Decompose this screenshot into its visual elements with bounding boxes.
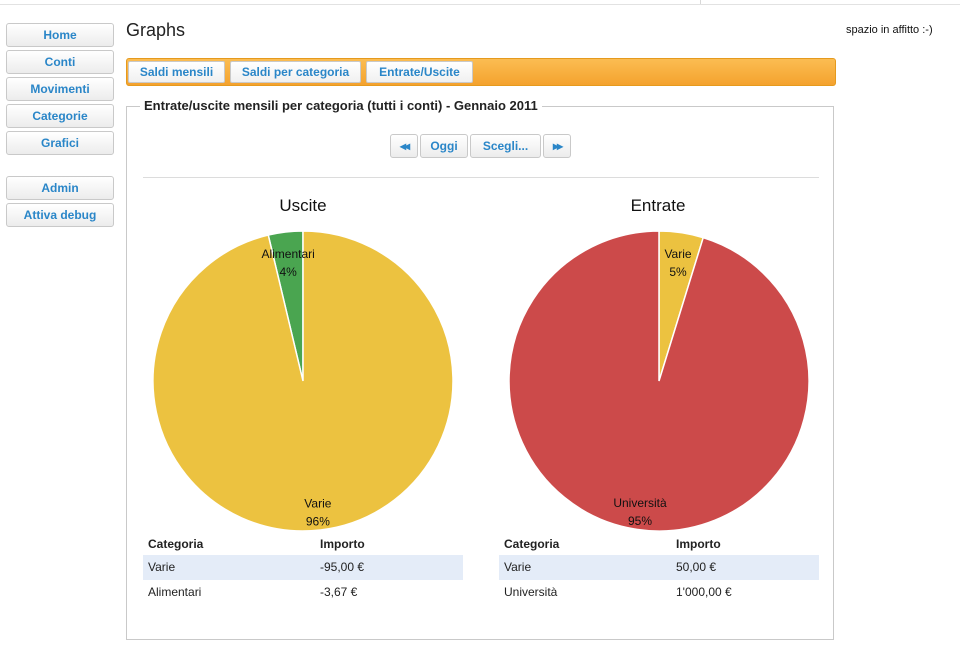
prev-period-button[interactable]: ◂◂ bbox=[390, 134, 418, 158]
main-nav: Home Conti Movimenti Categorie Grafici bbox=[6, 23, 114, 158]
cell-categoria: Varie bbox=[504, 560, 532, 574]
header-importo: Importo bbox=[676, 537, 721, 551]
pie-percent-label: 5% bbox=[669, 265, 687, 279]
entrate-chart-title: Entrate bbox=[630, 196, 686, 215]
graph-tab-bar: Saldi mensili Saldi per categoria Entrat… bbox=[126, 58, 836, 86]
nav-debug-button[interactable]: Attiva debug bbox=[6, 203, 114, 227]
panel-separator bbox=[143, 177, 819, 178]
nav-categorie-button[interactable]: Categorie bbox=[6, 104, 114, 128]
nav-movimenti-button[interactable]: Movimenti bbox=[6, 77, 114, 101]
pie-percent-label: 96% bbox=[306, 515, 330, 529]
table-header: Categoria Importo bbox=[143, 533, 463, 555]
entrate-pie-chart: Varie 5% Università 95% bbox=[508, 230, 810, 532]
nav-grafici-button[interactable]: Grafici bbox=[6, 131, 114, 155]
top-divider-mark bbox=[700, 0, 701, 4]
cell-importo: 1'000,00 € bbox=[676, 585, 732, 599]
admin-nav: Admin Attiva debug bbox=[6, 176, 114, 230]
uscite-chart-title: Uscite bbox=[279, 196, 327, 215]
ad-space-text: spazio in affitto :-) bbox=[846, 24, 933, 36]
uscite-pie-chart: Alimentari 4% Varie 96% bbox=[152, 230, 454, 532]
today-button[interactable]: Oggi bbox=[420, 134, 468, 158]
entrate-table: Categoria Importo Varie 50,00 € Universi… bbox=[499, 533, 819, 605]
cell-categoria: Alimentari bbox=[148, 585, 202, 599]
table-row: Alimentari -3,67 € bbox=[143, 580, 463, 605]
nav-admin-button[interactable]: Admin bbox=[6, 176, 114, 200]
panel-title: Entrate/uscite mensili per categoria (tu… bbox=[140, 98, 542, 113]
pie-label: Università bbox=[613, 496, 667, 510]
tab-saldi-per-categoria[interactable]: Saldi per categoria bbox=[230, 61, 361, 83]
table-row: Varie 50,00 € bbox=[499, 555, 819, 580]
table-row: Varie -95,00 € bbox=[143, 555, 463, 580]
page-title: Graphs bbox=[126, 20, 186, 40]
cell-importo: -95,00 € bbox=[320, 560, 365, 574]
pie-slice-universit bbox=[508, 230, 810, 532]
cell-categoria: Università bbox=[504, 585, 558, 599]
tab-saldi-mensili[interactable]: Saldi mensili bbox=[128, 61, 225, 83]
table-header: Categoria Importo bbox=[499, 533, 819, 555]
pie-label: Alimentari bbox=[261, 247, 314, 261]
top-divider bbox=[0, 4, 960, 5]
uscite-table: Categoria Importo Varie -95,00 € Aliment… bbox=[143, 533, 463, 605]
pie-slice-varie bbox=[152, 230, 454, 532]
cell-importo: -3,67 € bbox=[320, 585, 358, 599]
next-period-button[interactable]: ▸▸ bbox=[543, 134, 571, 158]
cell-importo: 50,00 € bbox=[676, 560, 717, 574]
nav-conti-button[interactable]: Conti bbox=[6, 50, 114, 74]
choose-period-button[interactable]: Scegli... bbox=[470, 134, 541, 158]
pie-label: Varie bbox=[304, 497, 331, 511]
pie-percent-label: 95% bbox=[628, 514, 652, 528]
header-categoria: Categoria bbox=[504, 537, 560, 551]
cell-categoria: Varie bbox=[148, 560, 176, 574]
nav-home-button[interactable]: Home bbox=[6, 23, 114, 47]
header-categoria: Categoria bbox=[148, 537, 204, 551]
pie-percent-label: 4% bbox=[279, 265, 297, 279]
header-importo: Importo bbox=[320, 537, 365, 551]
pie-label: Varie bbox=[664, 247, 691, 261]
tab-entrate-uscite[interactable]: Entrate/Uscite bbox=[366, 61, 473, 83]
table-row: Università 1'000,00 € bbox=[499, 580, 819, 605]
